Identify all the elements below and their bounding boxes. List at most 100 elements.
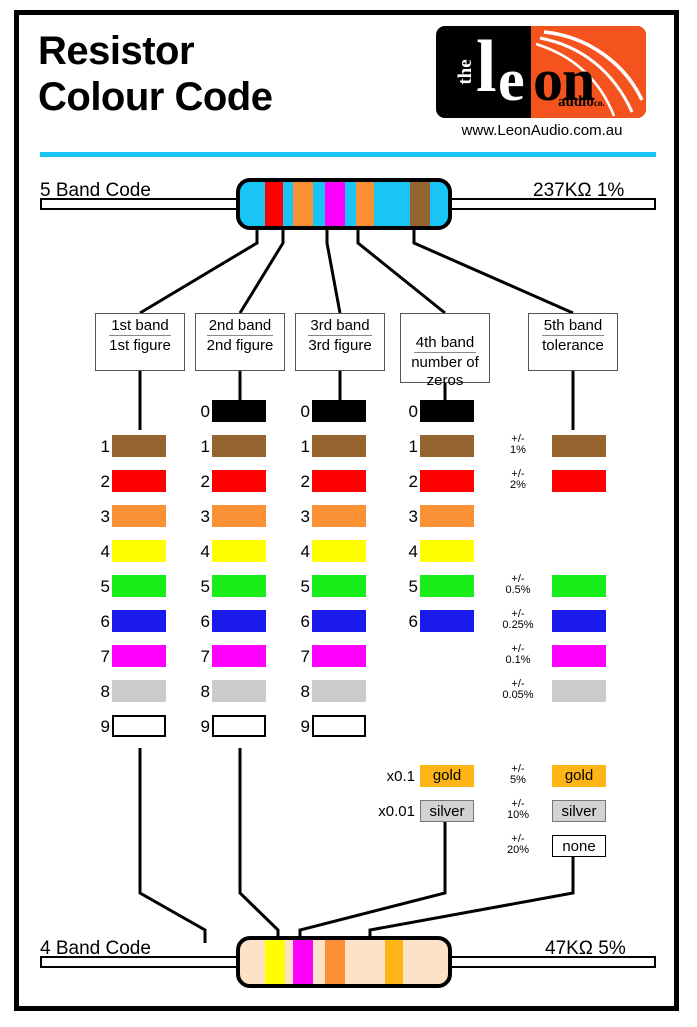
digit-label-band2-6: 6	[200, 612, 210, 631]
digit-label-band2-9: 9	[200, 717, 210, 736]
header-box-band3: 3rd band 3rd figure	[295, 313, 385, 371]
logo-text-e: e	[498, 47, 525, 113]
swatch-band3-brown	[312, 435, 366, 457]
digit-label-band3-2: 2	[300, 472, 310, 491]
swatch-band2-yellow	[212, 540, 266, 562]
tolerance-label-brown: +/- 1%	[510, 433, 526, 456]
tolerance-chip-none: none	[552, 835, 606, 857]
swatch-band3-yellow	[312, 540, 366, 562]
digit-label-band4-1: 1	[408, 437, 418, 456]
four-band-resistor	[236, 936, 452, 988]
multiplier-label-gold: x0.1	[386, 768, 415, 785]
swatch-band2-violet	[212, 645, 266, 667]
title-line-2: Colour Code	[38, 75, 273, 119]
swatch-band5-violet	[552, 645, 606, 667]
digit-label-band1-8: 8	[100, 682, 110, 701]
header-box-band1: 1st band 1st figure	[95, 313, 185, 371]
logo-text-audio: audioco.	[558, 94, 605, 110]
swatch-band1-yellow	[112, 540, 166, 562]
digit-label-band2-4: 4	[200, 542, 210, 561]
digit-label-band3-1: 1	[300, 437, 310, 456]
swatch-band3-blue	[312, 610, 366, 632]
digit-label-band1-1: 1	[100, 437, 110, 456]
digit-label-band1-2: 2	[100, 472, 110, 491]
digit-label-band2-8: 8	[200, 682, 210, 701]
swatch-band2-white	[212, 715, 266, 737]
digit-label-band3-7: 7	[300, 647, 310, 666]
digit-label-band2-7: 7	[200, 647, 210, 666]
resistor-colour-code-poster: Resistor Colour Code the l e on audioco.…	[0, 0, 697, 1027]
swatch-band1-red	[112, 470, 166, 492]
swatch-band3-grey	[312, 680, 366, 702]
header-box-band5: 5th band tolerance	[528, 313, 618, 371]
swatch-band5-blue	[552, 610, 606, 632]
resistor-band-magenta	[293, 940, 313, 984]
digit-label-band3-9: 9	[300, 717, 310, 736]
swatch-band2-green	[212, 575, 266, 597]
resistor-band-yellow	[265, 940, 285, 984]
swatch-band5-red	[552, 470, 606, 492]
header-box-band4: 4th band number of zeros	[400, 313, 490, 389]
five-band-resistor	[236, 178, 452, 230]
header-box-band2: 2nd band 2nd figure	[195, 313, 285, 371]
digit-label-band2-3: 3	[200, 507, 210, 526]
swatch-band2-brown	[212, 435, 266, 457]
swatch-band4-yellow	[420, 540, 474, 562]
tolerance-label-blue: +/- 0.25%	[502, 608, 534, 631]
swatch-band3-violet	[312, 645, 366, 667]
swatch-band2-black	[212, 400, 266, 422]
digit-label-band4-4: 4	[408, 542, 418, 561]
resistor-band-gold	[385, 940, 403, 984]
swatch-band3-red	[312, 470, 366, 492]
five-band-lead-right	[440, 198, 656, 210]
resistor-band-brown	[410, 182, 430, 226]
page-title: Resistor Colour Code	[38, 28, 418, 120]
multiplier-chip-gold: gold	[420, 765, 474, 787]
tolerance-chip-label-silver: +/- 10%	[506, 798, 530, 821]
swatch-band1-violet	[112, 645, 166, 667]
swatch-band4-brown	[420, 435, 474, 457]
tolerance-label-green: +/- 0.5%	[505, 573, 531, 596]
swatch-band3-orange	[312, 505, 366, 527]
accent-rule	[40, 152, 656, 157]
digit-label-band3-6: 6	[300, 612, 310, 631]
swatch-band4-orange	[420, 505, 474, 527]
swatch-band3-white	[312, 715, 366, 737]
swatch-band2-grey	[212, 680, 266, 702]
swatch-band2-blue	[212, 610, 266, 632]
swatch-band1-grey	[112, 680, 166, 702]
logo-website-url: www.LeonAudio.com.au	[461, 122, 623, 139]
digit-label-band3-8: 8	[300, 682, 310, 701]
leon-audio-logo: the l e on audioco.	[436, 26, 646, 118]
tolerance-label-grey: +/- 0.05%	[502, 678, 534, 701]
swatch-band3-black	[312, 400, 366, 422]
title-line-1: Resistor	[38, 29, 195, 73]
swatch-band2-red	[212, 470, 266, 492]
swatch-band3-green	[312, 575, 366, 597]
resistor-band-orange	[325, 940, 345, 984]
swatch-band1-orange	[112, 505, 166, 527]
tolerance-chip-silver: silver	[552, 800, 606, 822]
swatch-band4-black	[420, 400, 474, 422]
digit-label-band4-0: 0	[408, 402, 418, 421]
four-band-lead-left	[40, 956, 250, 968]
digit-label-band3-5: 5	[300, 577, 310, 596]
digit-label-band1-9: 9	[100, 717, 110, 736]
digit-label-band2-1: 1	[200, 437, 210, 456]
multiplier-chip-silver: silver	[420, 800, 474, 822]
digit-label-band1-4: 4	[100, 542, 110, 561]
digit-label-band2-5: 5	[200, 577, 210, 596]
digit-label-band1-7: 7	[100, 647, 110, 666]
five-band-lead-left	[40, 198, 250, 210]
swatch-band1-white	[112, 715, 166, 737]
digit-label-band4-6: 6	[408, 612, 418, 631]
digit-label-band1-3: 3	[100, 507, 110, 526]
tolerance-label-red: +/- 2%	[510, 468, 526, 491]
resistor-band-orange	[356, 182, 374, 226]
digit-label-band1-6: 6	[100, 612, 110, 631]
swatch-band5-grey	[552, 680, 606, 702]
swatch-band4-red	[420, 470, 474, 492]
digit-label-band4-2: 2	[408, 472, 418, 491]
swatch-band5-green	[552, 575, 606, 597]
swatch-band1-green	[112, 575, 166, 597]
